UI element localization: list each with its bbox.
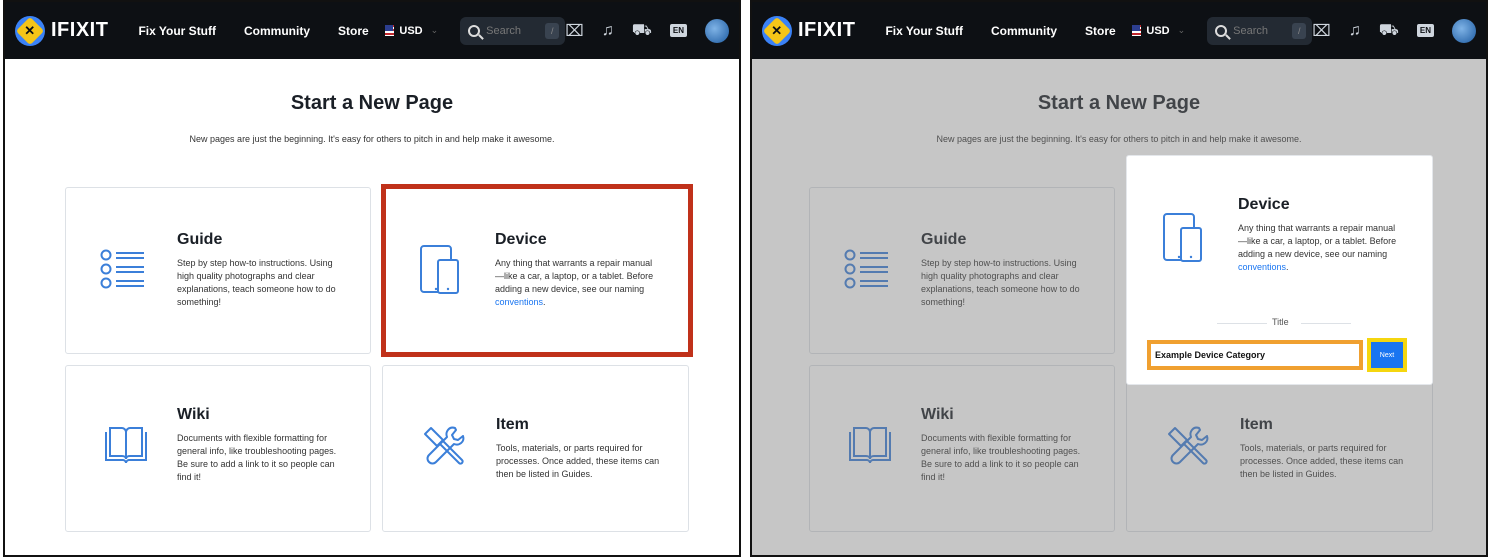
us-flag-icon — [1131, 25, 1142, 36]
ifixit-logo[interactable]: ✕ IFIXIT — [762, 15, 856, 46]
page-title: Start a New Page — [290, 92, 454, 114]
nav-link-fix-your-stuff[interactable]: Fix Your Stuff — [138, 24, 216, 38]
nav-link-community[interactable]: Community — [244, 24, 310, 38]
chevron-down-icon: ⌄ — [430, 25, 439, 35]
device-description-period: . — [1286, 262, 1289, 272]
list-icon — [100, 249, 144, 289]
search-placeholder: Search — [1233, 24, 1269, 37]
page-subtitle: New pages are just the beginning. It's e… — [189, 134, 555, 144]
language-selector[interactable]: EN — [1416, 24, 1434, 37]
nav-link-fix-your-stuff[interactable]: Fix Your Stuff — [885, 24, 963, 38]
title-input[interactable]: Example Device Category — [1147, 340, 1363, 370]
search-icon — [468, 24, 481, 37]
device-title: Device — [1238, 196, 1290, 213]
tablet-icon — [1163, 213, 1202, 262]
search-shortcut-key: / — [545, 22, 560, 39]
avatar[interactable] — [705, 18, 729, 43]
nav-link-community[interactable]: Community — [991, 24, 1057, 38]
guide-description: Step by step how-to instructions. Using … — [177, 258, 336, 307]
toolbox-icon[interactable]: ⌧ — [565, 21, 583, 41]
toolbox-icon[interactable]: ⌧ — [1312, 21, 1330, 41]
bell-icon[interactable]: ♫ — [602, 22, 614, 40]
currency-selector[interactable]: USD — [399, 25, 422, 37]
ifixit-logo[interactable]: ✕ IFIXIT — [15, 15, 109, 46]
main-content: Start a New Page New pages are just the … — [5, 59, 739, 555]
logo-icon: ✕ — [762, 15, 792, 46]
item-card[interactable]: Item Tools, materials, or parts required… — [382, 365, 689, 532]
search-input[interactable]: Search / — [1207, 16, 1313, 45]
item-description: Tools, materials, or parts required for … — [496, 443, 660, 479]
top-nav: ✕ IFIXIT Fix Your Stuff Community Store … — [752, 2, 1486, 59]
search-input[interactable]: Search / — [460, 16, 566, 45]
search-shortcut-key: / — [1292, 22, 1307, 39]
wiki-card[interactable]: Wiki Documents with flexible formatting … — [65, 365, 371, 532]
language-selector[interactable]: EN — [669, 24, 687, 37]
title-field-label: Title — [1272, 317, 1289, 327]
divider-left — [1217, 323, 1267, 324]
device-card-highlight — [381, 184, 693, 357]
search-icon — [1215, 24, 1228, 37]
screenshot-right: ✕ IFIXIT Fix Your Stuff Community Store … — [750, 0, 1488, 557]
cart-icon[interactable]: ⛟ — [1379, 21, 1399, 41]
us-flag-icon — [384, 25, 395, 36]
logo-icon: ✕ — [15, 15, 45, 46]
divider-right — [1301, 323, 1351, 324]
chevron-down-icon: ⌄ — [1177, 25, 1186, 35]
logo-text: IFIXIT — [51, 19, 109, 41]
guide-title: Guide — [177, 231, 223, 248]
wiki-title: Wiki — [177, 406, 210, 423]
avatar[interactable] — [1452, 18, 1476, 43]
device-card-expanded[interactable]: Device Any thing that warrants a repair … — [1126, 155, 1433, 385]
item-title: Item — [496, 416, 529, 433]
top-nav: ✕ IFIXIT Fix Your Stuff Community Store … — [5, 2, 739, 59]
search-placeholder: Search — [486, 24, 522, 37]
guide-card[interactable]: Guide Step by step how-to instructions. … — [65, 187, 371, 354]
nav-link-store[interactable]: Store — [338, 24, 369, 38]
tools-icon — [424, 426, 465, 465]
book-icon — [105, 427, 147, 464]
next-button[interactable]: Next — [1367, 338, 1407, 372]
screenshot-left: ✕ IFIXIT Fix Your Stuff Community Store … — [3, 0, 741, 557]
device-description: Any thing that warrants a repair manual—… — [1238, 222, 1403, 274]
currency-selector[interactable]: USD — [1146, 25, 1169, 37]
wiki-description: Documents with flexible formatting for g… — [177, 433, 337, 482]
conventions-link[interactable]: conventions — [1238, 262, 1286, 272]
cart-icon[interactable]: ⛟ — [632, 21, 652, 41]
nav-link-store[interactable]: Store — [1085, 24, 1116, 38]
bell-icon[interactable]: ♫ — [1349, 22, 1361, 40]
logo-text: IFIXIT — [798, 19, 856, 41]
device-description-text: Any thing that warrants a repair manual—… — [1238, 223, 1397, 259]
